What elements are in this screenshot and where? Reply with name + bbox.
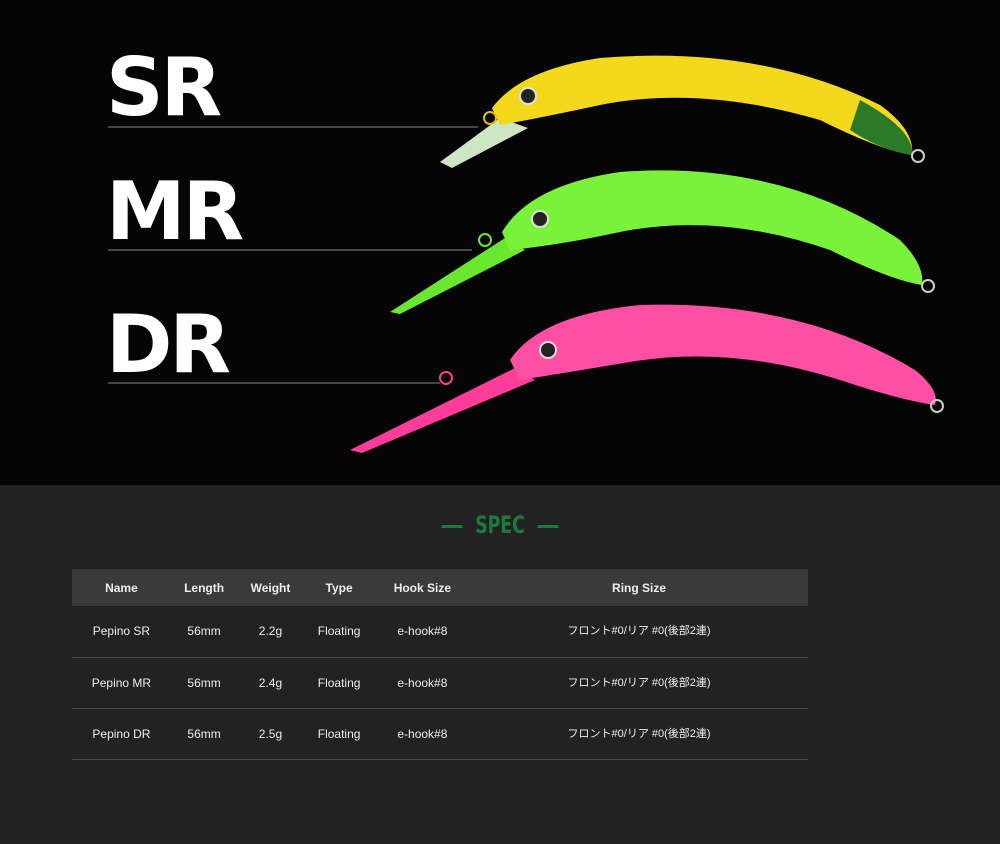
cell-type: Floating [303,708,375,760]
dr-label: DR [106,298,231,391]
cell-length: 56mm [170,657,238,709]
table-header: Name Length Weight Type Hook Size Ring S… [72,569,808,606]
spec-table: Name Length Weight Type Hook Size Ring S… [72,569,808,760]
header-name: Name [72,569,171,606]
product-hero-image: SR MR DR [0,0,1000,485]
cell-hook-size: e-hook#8 [374,657,471,709]
cell-type: Floating [303,606,375,658]
cell-hook-size: e-hook#8 [374,606,471,658]
dr-lure [350,304,944,453]
table-row: Pepino MR 56mm 2.4g Floating e-hook#8 フロント#0/… [72,657,808,709]
dash-right [537,524,559,528]
cell-name: Pepino SR [72,606,171,658]
header-ring-size: Ring Size [470,569,808,606]
cell-length: 56mm [170,708,238,760]
cell-ring-size: フロント#0/リア #0(後部2連) [470,708,808,760]
table-row: Pepino SR 56mm 2.2g Floating e-hook#8 フロント#0/… [72,606,808,658]
cell-weight: 2.2g [237,606,304,658]
cell-name: Pepino MR [72,657,171,709]
spec-title: SPEC [475,511,525,539]
cell-weight: 2.5g [237,708,304,760]
cell-ring-size: フロント#0/リア #0(後部2連) [470,657,808,709]
table-row: Pepino DR 56mm 2.5g Floating e-hook#8 フロント#0/… [72,708,808,760]
sr-label: SR [106,41,222,134]
header-weight: Weight [237,569,304,606]
header-type: Type [303,569,375,606]
cell-ring-size: フロント#0/リア #0(後部2連) [470,606,808,658]
sr-lure [440,55,925,168]
cell-weight: 2.4g [237,657,304,709]
mr-label: MR [106,165,244,258]
cell-name: Pepino DR [72,708,171,760]
dash-left [441,524,463,528]
header-hook-size: Hook Size [374,569,471,606]
mr-lure [390,170,935,314]
cell-hook-size: e-hook#8 [374,708,471,760]
spec-heading: SPEC [100,511,900,539]
header-length: Length [170,569,238,606]
cell-length: 56mm [170,606,238,658]
cell-type: Floating [303,657,375,709]
